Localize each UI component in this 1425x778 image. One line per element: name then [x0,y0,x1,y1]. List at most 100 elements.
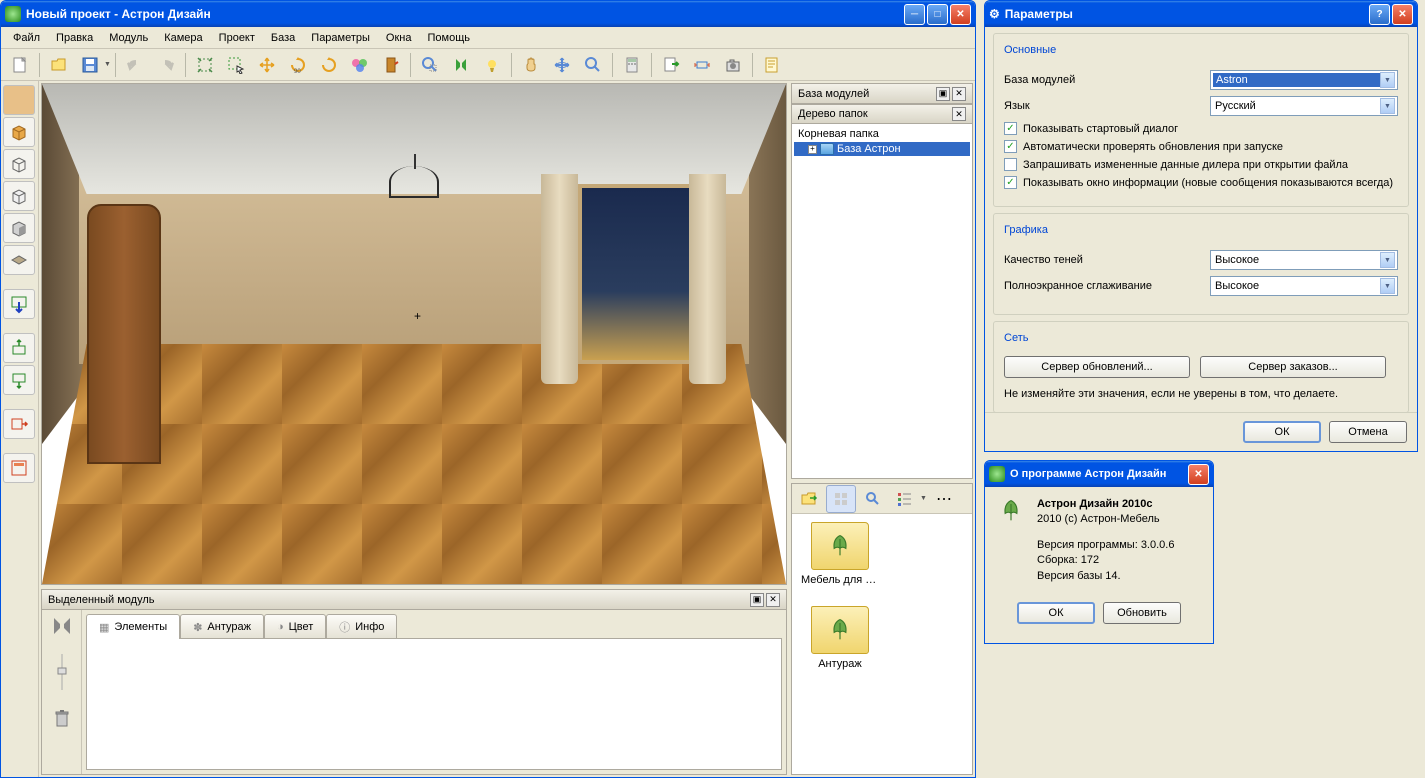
camera-button[interactable] [718,51,748,79]
minimize-button[interactable]: ─ [904,4,925,25]
import-arrow-button[interactable] [3,289,35,319]
show-info-checkbox[interactable]: ✓ [1004,176,1017,189]
ask-dealer-checkbox[interactable] [1004,158,1017,171]
tree-item-astron[interactable]: + База Астрон [794,142,970,156]
update-button[interactable]: Обновить [1103,602,1181,624]
selected-module-title: Выделенный модуль [48,594,748,606]
params-title: Параметры [1005,7,1369,21]
slider-icon[interactable] [54,652,70,692]
language-select[interactable]: Русский▼ [1210,96,1398,116]
palette-icon: ◑ [277,621,284,633]
panel-undock-button[interactable]: ▣ [936,87,950,101]
menu-module[interactable]: Модуль [101,29,156,47]
new-file-button[interactable] [5,51,35,79]
menu-params[interactable]: Параметры [303,29,378,47]
more-button[interactable]: ⋯ [929,485,959,513]
tab-color[interactable]: ◑Цвет [264,614,326,639]
menu-project[interactable]: Проект [211,29,263,47]
box-down-button[interactable] [3,365,35,395]
tab-info[interactable]: ⓘИнфо [326,614,397,639]
show-start-checkbox[interactable]: ✓ [1004,122,1017,135]
material-flat-button[interactable] [3,85,35,115]
scene-door [87,204,161,464]
params-titlebar[interactable]: ⚙ Параметры ? ✕ [985,1,1417,27]
open-folder-button[interactable] [794,485,824,513]
expand-icon[interactable]: + [808,145,817,154]
ok-button[interactable]: ОК [1243,421,1321,443]
grid-icon: ▦ [99,621,109,634]
main-titlebar[interactable]: Новый проект - Астрон Дизайн ─ □ ✕ [1,1,975,27]
zoom-select-button[interactable] [415,51,445,79]
panel-undock-button[interactable]: ▣ [750,593,764,607]
maximize-button[interactable]: □ [927,4,948,25]
mirror-button[interactable] [446,51,476,79]
update-server-button[interactable]: Сервер обновлений... [1004,356,1190,378]
rotate-90-button[interactable]: 90 [283,51,313,79]
thumb-decor[interactable]: Антураж [800,606,880,670]
box-detail-button[interactable] [3,453,35,483]
cancel-button[interactable]: Отмена [1329,421,1407,443]
fit-view-button[interactable] [190,51,220,79]
close-button[interactable]: ✕ [1188,464,1209,485]
auto-update-checkbox[interactable]: ✓ [1004,140,1017,153]
menu-file[interactable]: Файл [5,29,48,47]
light-button[interactable] [477,51,507,79]
svg-text:90: 90 [294,69,301,74]
menu-help[interactable]: Помощь [419,29,478,47]
panel-close-button[interactable]: ✕ [952,87,966,101]
box-up-button[interactable] [3,333,35,363]
view-list-button[interactable] [890,485,920,513]
move-button[interactable] [252,51,282,79]
help-button[interactable]: ? [1369,4,1390,25]
dimensions-button[interactable] [687,51,717,79]
trash-icon[interactable] [53,708,71,728]
tab-decor[interactable]: ✽Антураж [180,614,264,639]
ok-button[interactable]: ОК [1017,602,1095,624]
panel-close-button[interactable]: ✕ [952,107,966,121]
view-large-button[interactable] [826,485,856,513]
search-button[interactable] [858,485,888,513]
module-base-select[interactable]: Astron▼ [1210,70,1398,90]
undo-button[interactable] [120,51,150,79]
network-note: Не изменяйте эти значения, если не увере… [1004,388,1398,400]
save-button[interactable] [75,51,105,79]
close-button[interactable]: ✕ [1392,4,1413,25]
menu-edit[interactable]: Правка [48,29,101,47]
module-tabs: ▦Элементы ✽Антураж ◑Цвет ⓘИнфо [86,614,782,639]
report-button[interactable] [757,51,787,79]
save-dropdown-icon[interactable]: ▼ [104,61,111,68]
cube-hidden-button[interactable] [3,181,35,211]
floor-button[interactable] [3,245,35,275]
zoom-button[interactable] [578,51,608,79]
cube-wire-button[interactable] [3,149,35,179]
flip-tool-icon[interactable] [51,616,73,636]
left-toolbar [1,81,39,777]
redo-button[interactable] [151,51,181,79]
tab-elements[interactable]: ▦Элементы [86,614,180,639]
color-wheel-button[interactable] [345,51,375,79]
calculator-button[interactable] [617,51,647,79]
cube-shade-button[interactable] [3,213,35,243]
thumb-furniture[interactable]: Мебель для д... [800,522,880,586]
cube-solid-button[interactable] [3,117,35,147]
3d-viewport[interactable]: + [41,83,787,585]
about-titlebar[interactable]: О программе Астрон Дизайн ✕ [985,461,1213,487]
fsaa-select[interactable]: Высокое▼ [1210,276,1398,296]
orders-server-button[interactable]: Сервер заказов... [1200,356,1386,378]
panel-close-button[interactable]: ✕ [766,593,780,607]
export-button[interactable] [656,51,686,79]
menu-base[interactable]: База [263,29,303,47]
door-button[interactable] [376,51,406,79]
select-button[interactable] [221,51,251,79]
menu-camera[interactable]: Камера [156,29,210,47]
box-right-button[interactable] [3,409,35,439]
open-button[interactable] [44,51,74,79]
shadow-quality-select[interactable]: Высокое▼ [1210,250,1398,270]
pan-button[interactable] [516,51,546,79]
view-dropdown-icon[interactable]: ▼ [920,495,927,502]
rotate-button[interactable] [314,51,344,79]
orbit-button[interactable] [547,51,577,79]
close-button[interactable]: ✕ [950,4,971,25]
menu-windows[interactable]: Окна [378,29,420,47]
folder-tree[interactable]: Корневая папка + База Астрон [792,124,972,478]
